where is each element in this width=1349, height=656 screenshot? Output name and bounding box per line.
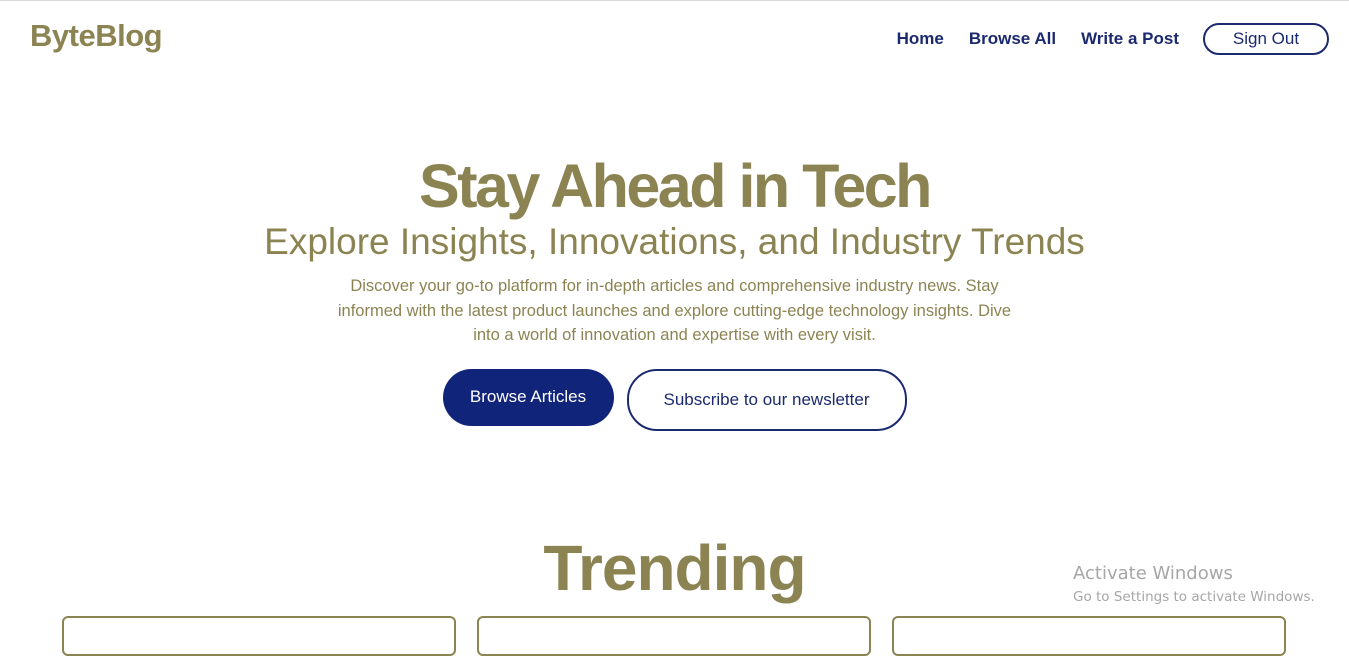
hero-subtitle: Explore Insights, Innovations, and Indus…	[264, 221, 1085, 262]
subscribe-newsletter-button[interactable]: Subscribe to our newsletter	[626, 368, 907, 431]
hero-title: Stay Ahead in Tech	[419, 152, 932, 220]
trending-card[interactable]	[62, 616, 456, 656]
nav-link-browse-all[interactable]: Browse All	[969, 25, 1056, 53]
watermark-title: Activate Windows	[1073, 563, 1233, 584]
browse-articles-button[interactable]: Browse Articles	[442, 368, 614, 426]
hero-section: Stay Ahead in Tech Explore Insights, Inn…	[0, 148, 1349, 431]
hero-buttons: Browse Articles Subscribe to our newslet…	[0, 368, 1349, 431]
activate-windows-watermark: Activate Windows Go to Settings to activ…	[1073, 563, 1315, 607]
watermark-subtitle: Go to Settings to activate Windows.	[1073, 589, 1315, 605]
site-logo[interactable]: ByteBlog	[30, 18, 163, 54]
nav-link-home[interactable]: Home	[897, 25, 944, 53]
trending-card[interactable]	[477, 616, 871, 656]
trending-card[interactable]	[892, 616, 1286, 656]
nav-links: Home Browse All Write a Post Sign Out	[897, 23, 1329, 55]
hero-description: Discover your go-to platform for in-dept…	[337, 277, 1012, 344]
navbar: ByteBlog Home Browse All Write a Post Si…	[0, 0, 1349, 76]
sign-out-button[interactable]: Sign Out	[1203, 23, 1329, 55]
nav-link-write-post[interactable]: Write a Post	[1081, 25, 1179, 53]
